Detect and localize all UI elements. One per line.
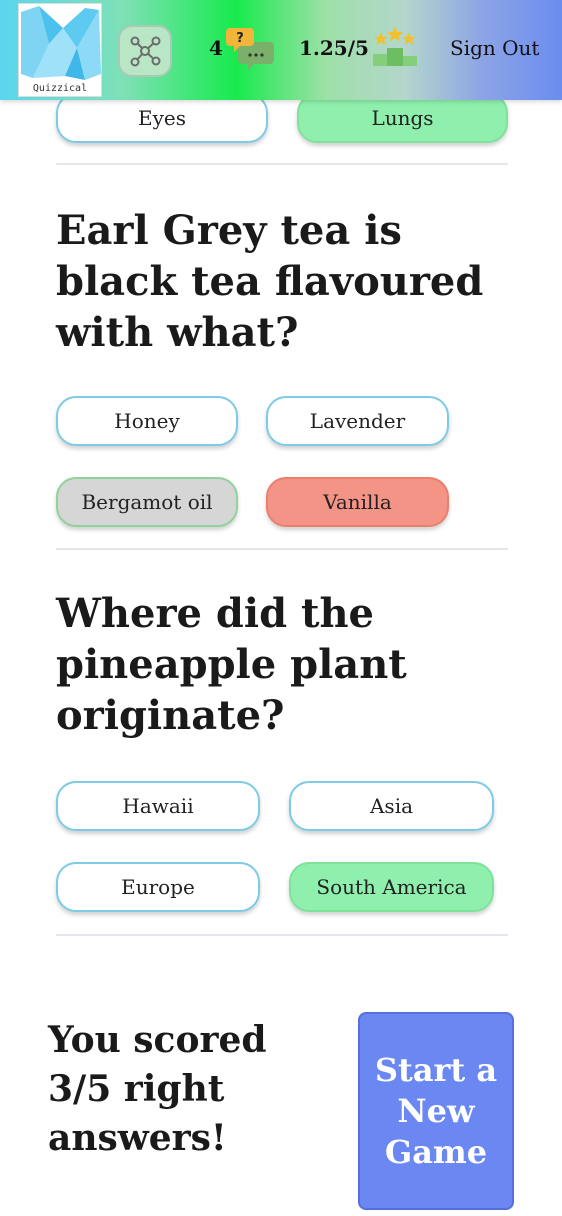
network-icon (130, 36, 161, 67)
divider (56, 163, 508, 165)
logo-text: Quizzical (32, 83, 88, 94)
divider (56, 548, 508, 550)
answer-honey[interactable]: Honey (56, 396, 238, 446)
network-button[interactable] (118, 25, 172, 77)
score-display: 1.25/5 (299, 36, 369, 60)
sign-out-button[interactable]: Sign Out (450, 36, 539, 60)
answer-asia[interactable]: Asia (289, 781, 494, 831)
answer-south-america[interactable]: South America (289, 862, 494, 912)
quiz-results-page: Quizzical 4 ? 1.25/5 Sign Out Eyes Lungs… (0, 0, 562, 1216)
answer-lungs[interactable]: Lungs (297, 93, 508, 143)
logo-graphic-icon (19, 4, 101, 84)
answer-vanilla[interactable]: Vanilla (266, 477, 449, 527)
question-count: 4 (209, 36, 223, 60)
question-chat-icon[interactable]: ? (226, 26, 276, 72)
question-text: Where did the pineapple plant originate? (56, 590, 407, 739)
divider (56, 934, 508, 936)
podium-stars-icon (373, 26, 417, 66)
start-new-game-button[interactable]: Start a New Game (358, 1012, 514, 1210)
score-summary: You scored 3/5 right answers! (48, 1019, 267, 1159)
answer-europe[interactable]: Europe (56, 862, 260, 912)
quizzical-logo[interactable]: Quizzical (18, 3, 102, 97)
top-bar: Quizzical 4 ? 1.25/5 Sign Out (0, 0, 562, 100)
answer-bergamot-oil[interactable]: Bergamot oil (56, 477, 238, 527)
question-text: Earl Grey tea is black tea flavoured wit… (56, 207, 484, 356)
answer-eyes[interactable]: Eyes (56, 93, 268, 143)
answer-lavender[interactable]: Lavender (266, 396, 449, 446)
svg-text:?: ? (236, 31, 244, 46)
answer-hawaii[interactable]: Hawaii (56, 781, 260, 831)
